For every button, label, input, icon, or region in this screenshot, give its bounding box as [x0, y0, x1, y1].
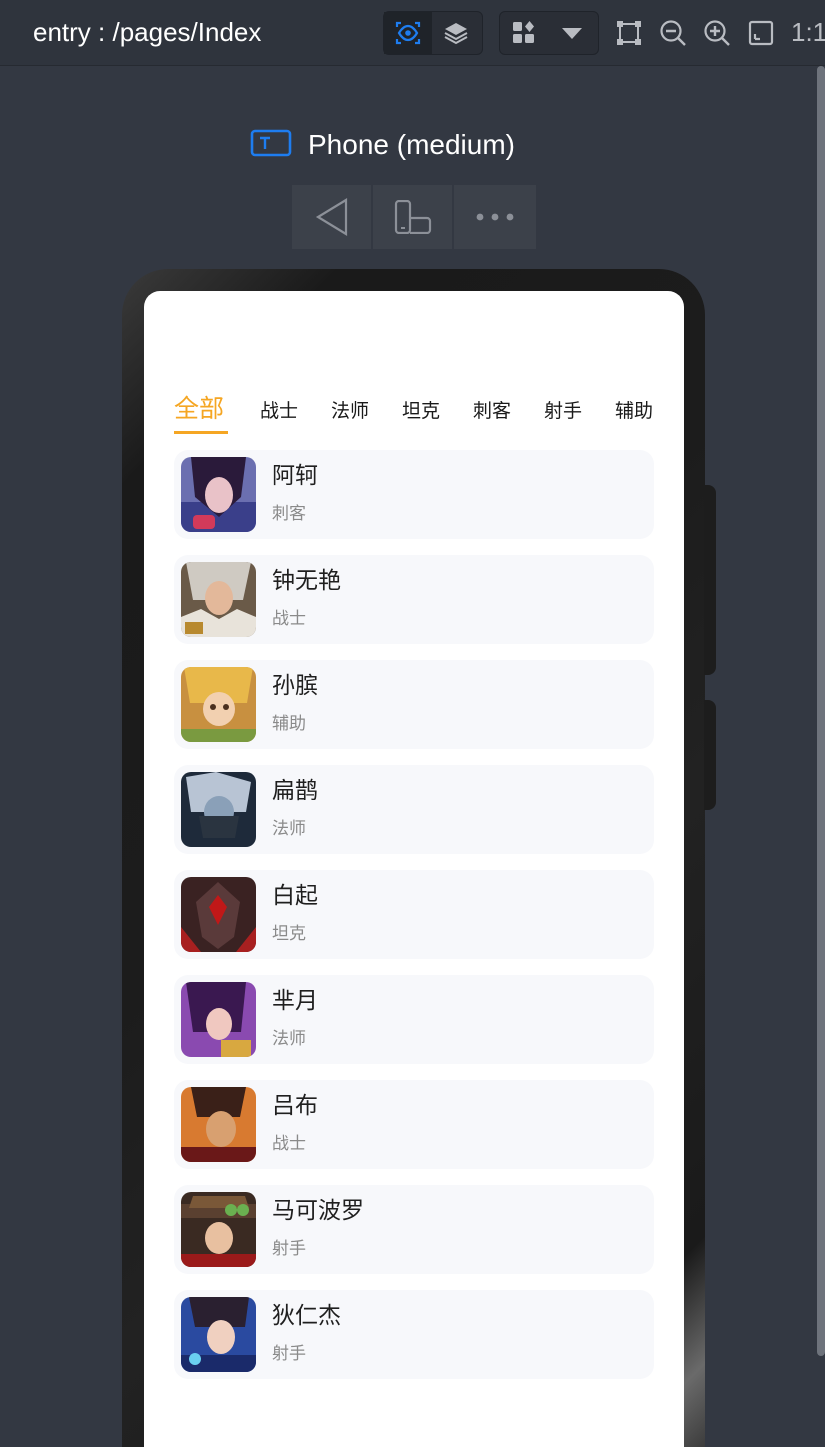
hero-avatar [181, 772, 256, 847]
hero-name: 狄仁杰 [272, 1303, 341, 1329]
phone-volume-button [704, 700, 716, 810]
entry-title: entry : /pages/Index [33, 17, 262, 47]
hero-card[interactable]: 阿轲 刺客 [174, 450, 654, 539]
device-icon [250, 129, 292, 161]
hero-name: 扁鹊 [272, 778, 318, 804]
inspect-eye-icon[interactable] [384, 12, 432, 54]
tab-all[interactable]: 全部 [174, 389, 224, 429]
hero-card[interactable]: 孙膑 辅助 [174, 660, 654, 749]
hero-name: 孙膑 [272, 673, 318, 699]
view-mode-toggle [383, 11, 483, 55]
hero-avatar [181, 562, 256, 637]
hero-name: 马可波罗 [272, 1198, 364, 1224]
fullscreen-icon[interactable] [739, 11, 783, 55]
components-icon[interactable] [500, 12, 548, 54]
active-tab-indicator [174, 431, 228, 434]
hero-role: 法师 [272, 819, 306, 839]
hero-category-tabs: 全部 战士 法师 坦克 刺客 射手 辅助 [174, 391, 664, 435]
hero-name: 阿轲 [272, 463, 318, 489]
hero-role: 射手 [272, 1344, 306, 1364]
components-menu[interactable] [499, 11, 599, 55]
hero-name: 芈月 [272, 988, 318, 1014]
tab-support[interactable]: 辅助 [615, 391, 653, 431]
hero-name: 白起 [272, 883, 318, 909]
hero-card[interactable]: 吕布 战士 [174, 1080, 654, 1169]
hero-avatar [181, 457, 256, 532]
zoom-out-icon[interactable] [651, 11, 695, 55]
hero-avatar [181, 667, 256, 742]
back-icon[interactable] [292, 185, 373, 249]
hero-role: 法师 [272, 1029, 306, 1049]
previewer-toolbar: entry : /pages/Index 1:1 [0, 0, 825, 66]
tab-mage[interactable]: 法师 [331, 391, 369, 431]
hero-avatar [181, 877, 256, 952]
hero-role: 射手 [272, 1239, 306, 1259]
phone-power-button [704, 485, 716, 675]
hero-card[interactable]: 白起 坦克 [174, 870, 654, 959]
hero-name: 吕布 [272, 1093, 318, 1119]
layers-icon[interactable] [432, 12, 480, 54]
hero-list: 阿轲 刺客 钟无艳 战士 孙膑 辅助 扁鹊 法师 白起 坦克 芈月 法师 吕布 … [174, 450, 654, 1395]
device-controls [292, 185, 536, 249]
zoom-ratio-label[interactable]: 1:1 [791, 14, 825, 50]
hero-role: 辅助 [272, 714, 306, 734]
hero-card[interactable]: 狄仁杰 射手 [174, 1290, 654, 1379]
fit-frame-icon[interactable] [607, 11, 651, 55]
zoom-in-icon[interactable] [695, 11, 739, 55]
hero-card[interactable]: 钟无艳 战士 [174, 555, 654, 644]
hero-name: 钟无艳 [272, 568, 341, 594]
hero-avatar [181, 1297, 256, 1372]
hero-role: 战士 [272, 609, 306, 629]
rotate-device-icon[interactable] [373, 185, 454, 249]
tab-warrior[interactable]: 战士 [260, 391, 298, 431]
device-name: Phone (medium) [308, 129, 515, 160]
hero-role: 战士 [272, 1134, 306, 1154]
scrollbar-thumb[interactable] [817, 66, 825, 1356]
hero-card[interactable]: 扁鹊 法师 [174, 765, 654, 854]
tab-tank[interactable]: 坦克 [402, 391, 440, 431]
device-label: Phone (medium) [250, 126, 515, 164]
hero-avatar [181, 1192, 256, 1267]
hero-avatar [181, 1087, 256, 1162]
hero-card[interactable]: 芈月 法师 [174, 975, 654, 1064]
phone-screen: 全部 战士 法师 坦克 刺客 射手 辅助 阿轲 刺客 钟无艳 战士 孙膑 辅助 … [144, 291, 684, 1447]
hero-role: 刺客 [272, 504, 306, 524]
tab-assassin[interactable]: 刺客 [473, 391, 511, 431]
dropdown-icon[interactable] [548, 12, 596, 54]
more-icon[interactable] [454, 185, 536, 249]
tab-marksman[interactable]: 射手 [544, 391, 582, 431]
hero-card[interactable]: 马可波罗 射手 [174, 1185, 654, 1274]
hero-avatar [181, 982, 256, 1057]
hero-role: 坦克 [272, 924, 306, 944]
